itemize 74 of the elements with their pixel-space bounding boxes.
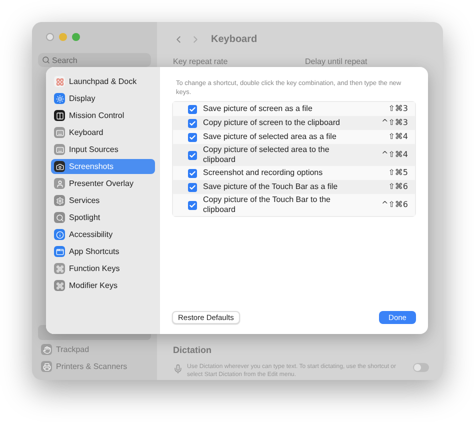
shortcut-row[interactable]: Copy picture of selected area to the clipboard ^⇧⌘4 <box>173 144 415 166</box>
shortcut-row[interactable]: Copy picture of screen to the clipboard ^⇧⌘3 <box>173 116 415 130</box>
keyboard-icon <box>54 144 65 155</box>
category-label: Input Sources <box>69 144 118 156</box>
shortcut-keys[interactable]: ⇧⌘5 <box>388 167 408 179</box>
category-label: Services <box>69 194 100 206</box>
category-item[interactable]: Mission Control <box>51 108 155 123</box>
shortcut-label: Copy picture of screen to the clipboard <box>203 118 341 128</box>
category-item[interactable]: Services <box>51 193 155 208</box>
sidebar-label: Trackpad <box>56 344 90 356</box>
category-label: Presenter Overlay <box>69 178 134 190</box>
category-label: Accessibility <box>69 228 113 240</box>
category-label: App Shortcuts <box>69 246 120 258</box>
search-icon <box>42 56 50 64</box>
section-title: Dictation <box>173 344 213 356</box>
shortcut-label: Copy picture of the Touch Bar to the clipboard <box>203 195 332 215</box>
checkbox[interactable] <box>188 132 197 142</box>
gear-icon <box>54 195 65 206</box>
dictation-toggle[interactable] <box>413 363 429 372</box>
shortcut-label: Save picture of screen as a file <box>203 104 314 114</box>
keyboard-icon <box>54 127 65 138</box>
category-label: Spotlight <box>69 212 100 224</box>
category-item[interactable]: Spotlight <box>51 210 155 225</box>
category-label: Screenshots <box>69 160 114 172</box>
category-label: Display <box>69 92 96 104</box>
window-title: Keyboard <box>211 32 258 46</box>
printer-icon <box>41 361 52 372</box>
shortcut-keys[interactable]: ⇧⌘6 <box>388 181 408 193</box>
category-label: Launchpad & Dock <box>69 76 137 88</box>
setting-label: Key repeat rate <box>173 56 229 68</box>
category-item[interactable]: Modifier Keys <box>51 278 155 293</box>
shortcut-keys[interactable]: ⇧⌘4 <box>388 131 408 143</box>
category-label: Keyboard <box>69 126 104 138</box>
camera-icon <box>54 161 65 172</box>
magnifier-icon <box>54 212 65 223</box>
sun-icon <box>54 93 65 104</box>
command-icon <box>54 280 65 291</box>
checkbox[interactable] <box>188 118 197 128</box>
shortcut-row[interactable]: Save picture of screen as a file ⇧⌘3 <box>173 102 415 116</box>
checkbox[interactable] <box>188 182 197 192</box>
grid-icon <box>54 76 65 87</box>
checkbox[interactable] <box>188 168 197 178</box>
checkbox[interactable] <box>188 200 197 210</box>
category-label: Modifier Keys <box>69 280 118 292</box>
shortcut-row[interactable]: Save picture of the Touch Bar as a file ⇧⌘6 <box>173 180 415 194</box>
app-icon <box>54 246 65 257</box>
category-item[interactable]: Accessibility <box>51 227 155 242</box>
category-item[interactable]: Launchpad & Dock <box>51 74 155 89</box>
person-icon <box>54 178 65 189</box>
category-item[interactable]: Input Sources <box>51 142 155 157</box>
category-item[interactable]: Display <box>51 91 155 106</box>
search-field[interactable]: Search <box>38 53 151 67</box>
shortcut-label: Screenshot and recording options <box>203 168 324 178</box>
shortcut-keys[interactable]: ^⇧⌘6 <box>382 199 408 211</box>
shortcut-keys[interactable]: ^⇧⌘4 <box>382 149 408 161</box>
sidebar-label: Printers & Scanners <box>56 360 128 372</box>
checkbox[interactable] <box>188 104 197 114</box>
shortcut-keys[interactable]: ^⇧⌘3 <box>382 117 408 129</box>
windows-icon <box>54 110 65 121</box>
shortcut-label: Copy picture of selected area to the clipboard <box>203 145 330 165</box>
setting-label: Delay until repeat <box>305 56 368 68</box>
shortcut-label: Save picture of selected area as a file <box>203 132 338 142</box>
checkbox[interactable] <box>188 150 197 160</box>
category-label: Function Keys <box>69 262 120 274</box>
trackpad-icon <box>41 344 52 355</box>
category-item[interactable]: Keyboard <box>51 125 155 140</box>
category-label: Mission Control <box>69 110 124 122</box>
shortcut-row[interactable]: Copy picture of the Touch Bar to the clipboard ^⇧⌘6 <box>173 194 415 216</box>
category-item[interactable]: Presenter Overlay <box>51 176 155 191</box>
category-item[interactable]: App Shortcuts <box>51 244 155 259</box>
shortcut-keys[interactable]: ⇧⌘3 <box>388 103 408 115</box>
shortcut-label: Save picture of the Touch Bar as a file <box>203 182 339 192</box>
category-item[interactable]: Function Keys <box>51 261 155 276</box>
microphone-icon <box>173 363 183 375</box>
